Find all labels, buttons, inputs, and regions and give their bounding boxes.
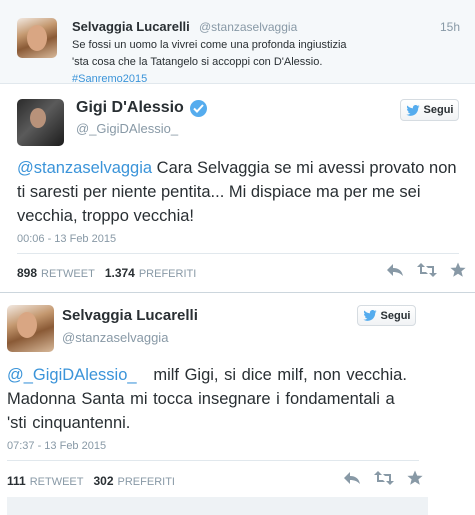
divider [7,460,419,461]
tweet2-favorite-label: PREFERITI [117,476,175,488]
reply-text-body: Se fossi un uomo la vivrei come una prof… [72,39,347,68]
tweet2-text: @_GigiDAlessio_ milf Gigi, si dice milf,… [7,363,407,435]
tweet1-timestamp[interactable]: 00:06 - 13 Feb 2015 [17,233,116,245]
reply-box-strip[interactable] [7,497,428,515]
avatar-selvaggia[interactable] [17,18,57,58]
follow-button-label: Segui [423,104,454,116]
twitter-bird-icon [362,310,377,321]
tweet-separator [0,292,475,293]
follow-button-label: Segui [380,309,411,322]
reply-tweet[interactable]: Selvaggia Lucarelli @stanzaselvaggia 15h… [0,0,475,85]
follow-button-selvaggia[interactable]: Segui [357,305,416,326]
tweet1-author[interactable]: Gigi D'Alessio [76,99,207,117]
tweet2-timestamp[interactable]: 07:37 - 13 Feb 2015 [7,440,106,452]
avatar-gigi[interactable] [17,99,64,146]
tweet1-favorite-label: PREFERITI [138,268,197,280]
reply-text: Se fossi un uomo la vivrei come una prof… [72,37,364,88]
tweet1-actions [386,262,466,278]
mention-link[interactable]: @stanzaselvaggia [17,159,152,177]
retweet-icon[interactable] [374,470,394,486]
reply-author-handle[interactable]: @stanzaselvaggia [199,20,297,34]
avatar-selvaggia-2[interactable] [7,305,54,352]
tweet1-retweet-label: RETWEET [41,268,95,280]
twitter-bird-icon [405,104,420,116]
tweet2-author-handle[interactable]: @stanzaselvaggia [62,330,168,345]
tweet2-retweet-count[interactable]: 111 [7,474,26,488]
tweet2-stats: 111 RETWEET 302 PREFERITI [7,474,175,488]
tweet2-author-name[interactable]: Selvaggia Lucarelli [62,307,198,324]
favorite-icon[interactable] [407,470,423,486]
tweet1-author-handle[interactable]: @_GigiDAlessio_ [76,121,178,136]
reply-timestamp[interactable]: 15h [440,20,460,34]
tweet2-actions [343,470,423,486]
hashtag-link[interactable]: #Sanremo2015 [72,73,147,85]
mention-link[interactable]: @_GigiDAlessio_ [7,366,137,384]
tweet1-stats: 898 RETWEET 1.374 PREFERITI [17,266,196,280]
tweet2-retweet-label: RETWEET [29,476,84,488]
tweet1-text: @stanzaselvaggia Cara Selvaggia se mi av… [17,156,457,228]
follow-button-gigi[interactable]: Segui [400,99,459,121]
reply-author-name[interactable]: Selvaggia Lucarelli [72,19,190,34]
divider [17,253,459,254]
reply-icon[interactable] [386,262,404,278]
favorite-icon[interactable] [450,262,466,278]
tweet1-retweet-count[interactable]: 898 [17,266,37,280]
verified-icon [189,99,207,117]
tweet1-favorite-count[interactable]: 1.374 [105,266,135,280]
tweet1-author-name[interactable]: Gigi D'Alessio [76,99,184,117]
retweet-icon[interactable] [417,262,437,278]
reply-icon[interactable] [343,470,361,486]
tweet2-favorite-count[interactable]: 302 [93,474,113,488]
